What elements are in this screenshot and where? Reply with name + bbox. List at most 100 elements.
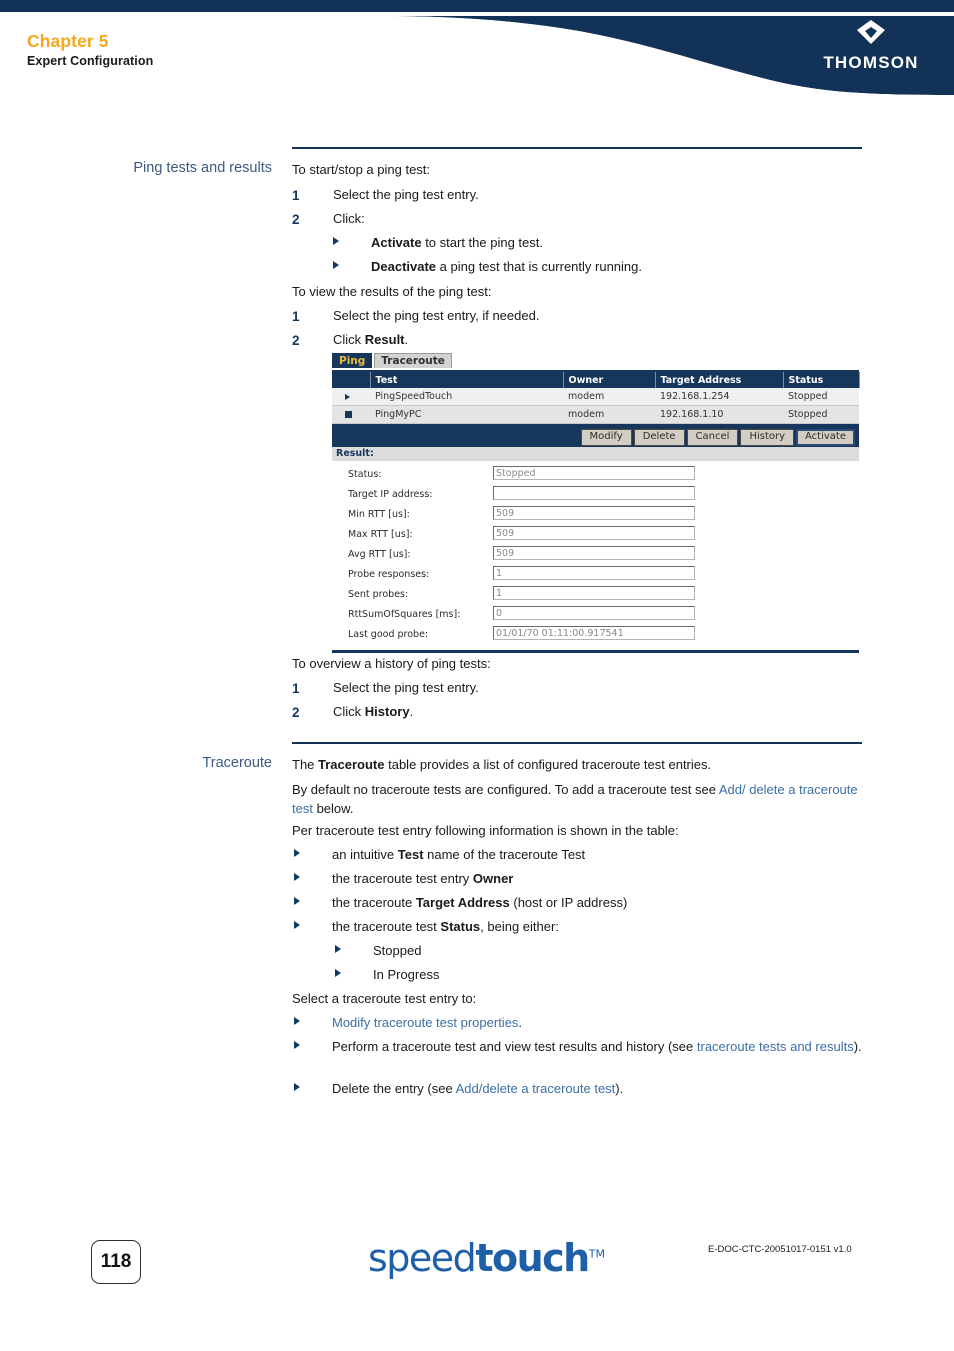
target-ip-field[interactable] [493,486,695,500]
max-rtt-field[interactable]: 509 [493,526,695,540]
triangle-bullet-icon [333,237,339,245]
step-text: Select the ping test entry, if needed. [333,308,540,323]
cell-target: 192.168.1.10 [655,405,783,424]
thomson-diamond-icon [857,20,885,44]
speedtouch-speed: speed [368,1236,477,1280]
traceroute-info-item-status: the traceroute test Status, being either… [294,918,869,937]
table-header-row: Test Owner Target Address Status [332,372,860,388]
deactivate-rest: a ping test that is currently running. [436,259,642,274]
modify-button[interactable]: Modify [580,429,632,446]
traceroute-action-delete: Delete the entry (see Add/delete a trace… [294,1080,869,1099]
min-rtt-field[interactable]: 509 [493,506,695,520]
ping-test-table[interactable]: Test Owner Target Address Status PingSpe… [332,372,860,424]
click-word: Click [333,704,365,719]
field-row-last-good-probe: Last good probe: 01/01/70 01:11:00.91754… [332,626,859,646]
ping-view-step-2: 2 Click Result. [292,331,870,350]
triangle-bullet-icon [294,849,300,857]
triangle-bullet-icon [335,945,341,953]
act2-pre: Perform a traceroute test and view test … [332,1039,697,1054]
traceroute-info-item-test: an intuitive Test name of the traceroute… [294,846,869,865]
ping-intro-view-results: To view the results of the ping test: [292,284,492,299]
chapter-title: Chapter 5 [27,31,109,51]
add-delete-traceroute-test-link[interactable]: Add/delete a traceroute test [456,1081,616,1096]
col-status[interactable]: Status [783,372,860,388]
history-button[interactable]: History [740,429,795,446]
ping-configuration-widget[interactable]: Ping Traceroute Test Owner Target Address… [332,353,860,653]
traceroute-p1: The Traceroute table provides a list of … [292,756,870,775]
table-row[interactable]: PingMyPC modem 192.168.1.10 Stopped [332,405,859,424]
click-word: Click [333,332,365,347]
cell-test: PingSpeedTouch [370,388,563,406]
avg-rtt-field[interactable]: 509 [493,546,695,560]
field-label: Probe responses: [348,569,430,580]
table-row[interactable]: PingSpeedTouch modem 192.168.1.254 Stopp… [332,388,859,406]
triangle-bullet-icon [294,1017,300,1025]
field-label: Status: [348,469,382,480]
item1-pre: an intuitive [332,847,398,862]
status-in-progress-label: In Progress [373,967,440,982]
item4-post: , being either: [480,919,559,934]
owner-keyword: Owner [472,871,514,886]
triangle-bullet-icon [294,921,300,929]
tab-traceroute[interactable]: Traceroute [374,353,452,368]
result-section-header: Result: [332,445,859,461]
traceroute-info-item-owner: the traceroute test entry Owner [294,870,869,889]
field-label: Target IP address: [348,489,433,500]
last-good-probe-field[interactable]: 01/01/70 01:11:00.917541 [493,626,695,640]
ping-section-divider [292,147,862,149]
row-marker-cell[interactable] [332,405,370,424]
p1-pre: The [292,757,319,772]
modify-traceroute-properties-link[interactable]: Modify traceroute test properties [332,1015,518,1030]
traceroute-action-perform: Perform a traceroute test and view test … [294,1038,872,1057]
rtt-sum-of-squares-field[interactable]: 0 [493,606,695,620]
col-test[interactable]: Test [370,372,564,388]
item2-pre: the traceroute test entry [332,871,473,886]
widget-tab-bar[interactable]: Ping Traceroute [332,353,859,372]
cancel-button[interactable]: Cancel [686,429,739,446]
ping-intro-start-stop: To start/stop a ping test: [292,162,431,177]
ping-step-1: 1 Select the ping test entry. [292,186,870,205]
tab-ping[interactable]: Ping [332,353,373,368]
probe-responses-field[interactable]: 1 [493,566,695,580]
activate-keyword: Activate [371,235,422,250]
step-text: Click: [333,211,365,226]
p1-post: table provides a list of configured trac… [384,757,712,772]
delete-button[interactable]: Delete [633,429,685,446]
status-stopped-label: Stopped [373,943,422,958]
status-field[interactable]: Stopped [493,466,695,480]
p2-post: below. [312,800,354,816]
step-number: 2 [292,333,300,348]
traceroute-status-in-progress: In Progress [335,966,855,985]
act3-post: ). [615,1081,624,1096]
triangle-bullet-icon [294,1083,300,1091]
ping-step-2: 2 Click: [292,210,870,229]
speedtouch-logo: speedtouchTM [368,1236,605,1280]
col-owner[interactable]: Owner [563,372,656,388]
test-keyword: Test [397,847,424,862]
item3-pre: the traceroute [332,895,416,910]
row-marker-cell[interactable] [332,388,370,406]
sent-probes-field[interactable]: 1 [493,586,695,600]
triangle-bullet-icon [294,897,300,905]
field-label: Sent probes: [348,589,409,600]
activate-button[interactable]: Activate [796,429,855,446]
triangle-bullet-icon [294,1041,300,1049]
trademark-symbol: TM [588,1247,605,1261]
row-selected-icon[interactable] [345,411,352,418]
field-label: RttSumOfSquares [ms]: [348,609,461,620]
act1-post: . [518,1015,523,1030]
traceroute-tests-and-results-link[interactable]: traceroute tests and results [697,1039,854,1054]
traceroute-action-modify: Modify traceroute test properties. [294,1014,869,1033]
header-wave-shape [0,0,954,105]
field-label: Last good probe: [348,629,429,640]
cell-status: Stopped [783,388,859,406]
ping-history-step-2: 2 Click History. [292,703,870,722]
step-text: Select the ping test entry. [333,187,479,202]
col-target-address[interactable]: Target Address [655,372,784,388]
ping-bullet-activate: Activate to start the ping test. [333,234,873,253]
traceroute-p2: By default no traceroute tests are confi… [292,781,870,819]
row-arrow-icon[interactable] [345,393,350,400]
field-row-max-rtt: Max RTT [us]: 509 [332,526,859,546]
act3-pre: Delete the entry (see [332,1081,456,1096]
cell-test: PingMyPC [370,405,563,424]
